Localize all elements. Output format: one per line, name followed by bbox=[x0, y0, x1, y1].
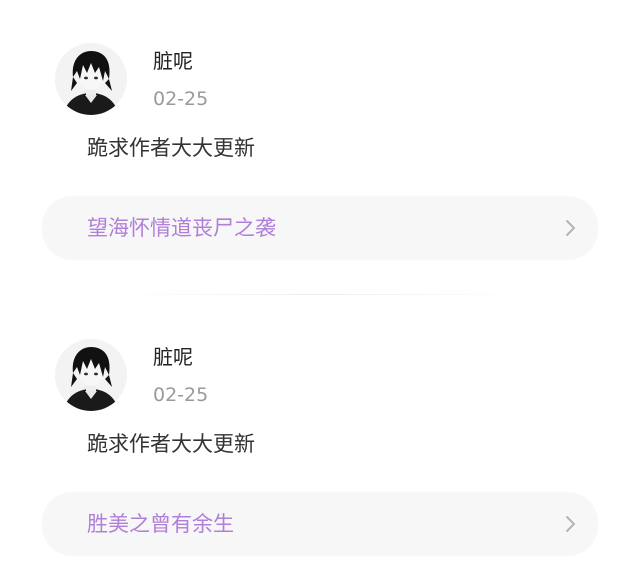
chevron-right-icon bbox=[566, 220, 575, 236]
username[interactable]: 脏呢 bbox=[153, 47, 193, 75]
anime-avatar-icon bbox=[55, 43, 127, 115]
book-card[interactable]: 胜美之曾有余生 bbox=[42, 492, 598, 556]
book-card[interactable]: 望海怀情道丧尸之袭 bbox=[42, 196, 598, 260]
comment-date: 02-25 bbox=[153, 384, 209, 406]
comment-text: 跪求作者大大更新 bbox=[87, 136, 255, 160]
comment-date: 02-25 bbox=[153, 88, 209, 110]
avatar[interactable] bbox=[55, 339, 127, 411]
chevron-right-icon bbox=[566, 516, 575, 532]
book-title: 胜美之曾有余生 bbox=[87, 512, 234, 536]
anime-avatar-icon bbox=[55, 339, 127, 411]
comment-text: 跪求作者大大更新 bbox=[87, 432, 255, 456]
divider bbox=[110, 294, 530, 295]
book-title: 望海怀情道丧尸之袭 bbox=[87, 216, 276, 240]
username[interactable]: 脏呢 bbox=[153, 343, 193, 371]
avatar[interactable] bbox=[55, 43, 127, 115]
